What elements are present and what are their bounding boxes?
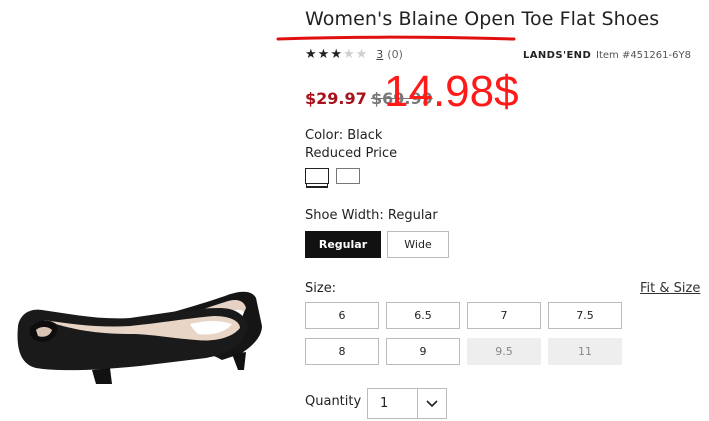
quantity-value: 1 bbox=[380, 396, 389, 411]
color-swatch-black[interactable] bbox=[305, 168, 329, 184]
star-icon: ★ bbox=[305, 47, 317, 62]
fit-and-size-link[interactable]: Fit & Size bbox=[640, 281, 700, 296]
color-label: Color: Black bbox=[305, 128, 382, 143]
size-option-9[interactable]: 9 bbox=[386, 338, 460, 365]
star-icon: ★ bbox=[355, 47, 368, 62]
size-option-8[interactable]: 8 bbox=[305, 338, 379, 365]
color-label-text: Color: bbox=[305, 128, 344, 143]
size-option-7-5[interactable]: 7.5 bbox=[548, 302, 622, 329]
size-option-6-5[interactable]: 6.5 bbox=[386, 302, 460, 329]
star-icon: ★ bbox=[317, 47, 330, 62]
annotation-price: 14.98$ bbox=[384, 67, 519, 116]
product-title: Women's Blaine Open Toe Flat Shoes bbox=[305, 8, 660, 30]
width-wide-button[interactable]: Wide bbox=[387, 231, 449, 258]
chevron-down-icon[interactable] bbox=[418, 399, 446, 408]
star-icon: ★ bbox=[330, 47, 342, 62]
color-value: Black bbox=[347, 128, 383, 143]
product-image bbox=[17, 291, 262, 384]
rating-row: ★ ★ ★ ★ ★ 3 (0) bbox=[305, 48, 403, 61]
star-rating: ★ ★ ★ ★ ★ bbox=[305, 48, 368, 61]
size-option-6[interactable]: 6 bbox=[305, 302, 379, 329]
width-regular-button[interactable]: Regular bbox=[305, 231, 381, 258]
annotation-underline bbox=[276, 35, 516, 41]
sale-price: $29.97 bbox=[305, 89, 367, 108]
star-icon: ★ bbox=[342, 47, 355, 62]
color-swatch-alternate[interactable] bbox=[336, 168, 360, 184]
quantity-label: Quantity bbox=[305, 394, 362, 409]
shoe-width-value: Regular bbox=[387, 208, 438, 223]
review-count: (0) bbox=[387, 48, 403, 61]
size-option-11: 11 bbox=[548, 338, 622, 365]
brand-logo: LANDS'END bbox=[523, 50, 592, 61]
reduced-price-note: Reduced Price bbox=[305, 146, 398, 161]
size-label: Size: bbox=[305, 281, 337, 296]
size-option-7[interactable]: 7 bbox=[467, 302, 541, 329]
item-number: Item #451261-6Y8 bbox=[596, 50, 691, 61]
shoe-width-label-text: Shoe Width: bbox=[305, 208, 384, 223]
quantity-select[interactable]: 1 bbox=[367, 388, 447, 419]
size-option-9-5: 9.5 bbox=[467, 338, 541, 365]
shoe-width-label: Shoe Width: Regular bbox=[305, 208, 438, 223]
rating-link[interactable]: 3 bbox=[376, 48, 383, 61]
